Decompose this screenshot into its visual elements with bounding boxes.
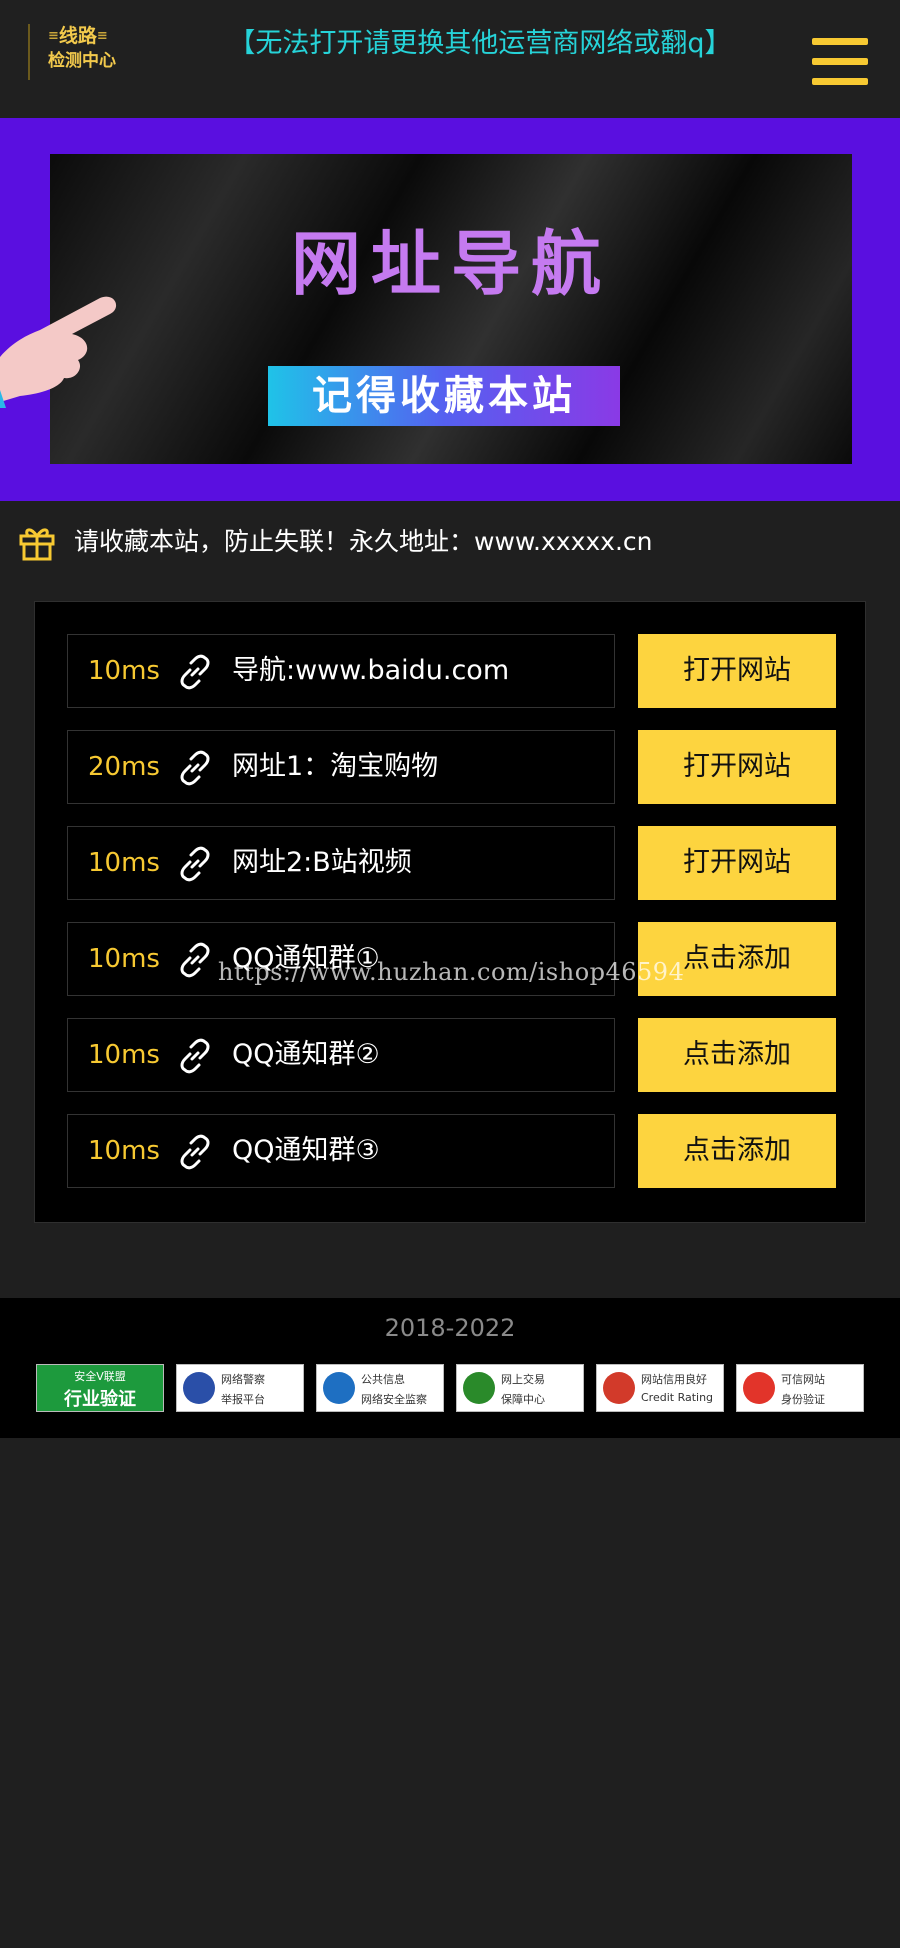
badge-line2: 举报平台 — [221, 1393, 265, 1406]
logo-dash-right: ≡ — [96, 28, 108, 44]
logo-line2: 检测中心 — [48, 50, 116, 71]
pointing-hand-illustration — [0, 296, 117, 408]
badge-line2: 身份验证 — [781, 1393, 825, 1406]
link-row-box[interactable]: 10ms 网址2:B站视频 — [67, 826, 615, 900]
link-icon — [180, 750, 210, 786]
badge-line1: 网上交易 — [501, 1373, 545, 1386]
link-row-box[interactable]: 10ms QQ通知群② — [67, 1018, 615, 1092]
link-icon — [180, 654, 210, 690]
footer: 2018-2022 安全V联盟 行业验证 网络警察 举报平台 公共信息 网络安全监察 网上交… — [0, 1298, 900, 1438]
link-label: QQ通知群② — [232, 1039, 380, 1070]
logo-line1: 线路 — [58, 25, 97, 47]
badge-emblem-icon — [743, 1372, 775, 1404]
link-row: 20ms 网址1：淘宝购物 打开网站 — [67, 730, 867, 804]
badge-emblem-icon — [463, 1372, 495, 1404]
latency-value: 10ms — [88, 1136, 160, 1166]
link-row-box[interactable]: 20ms 网址1：淘宝购物 — [67, 730, 615, 804]
badge-line1: 公共信息 — [361, 1373, 405, 1386]
badge-line1: 可信网站 — [781, 1373, 825, 1386]
badge-emblem-icon — [323, 1372, 355, 1404]
hero-banner: 网址导航 记得收藏本站 — [0, 118, 900, 501]
link-label: 导航:www.baidu.com — [232, 655, 510, 686]
add-group-button[interactable]: 点击添加 — [638, 1114, 836, 1188]
banner-image: 网址导航 记得收藏本站 — [50, 154, 852, 464]
badge-line2: 行业验证 — [64, 1389, 136, 1410]
latency-value: 10ms — [88, 944, 160, 974]
badge-line1: 安全V联盟 — [74, 1370, 126, 1383]
trusted-site-badge[interactable]: 可信网站 身份验证 — [736, 1364, 864, 1412]
open-site-button[interactable]: 打开网站 — [638, 730, 836, 804]
credit-rating-badge[interactable]: 网站信用良好 Credit Rating — [596, 1364, 724, 1412]
link-icon — [180, 942, 210, 978]
gift-icon — [19, 528, 55, 561]
badge-line2: Credit Rating — [641, 1391, 714, 1404]
banner-subtitle: 记得收藏本站 — [268, 366, 620, 426]
logo[interactable]: ≡线路≡ 检测中心 — [28, 24, 138, 80]
watermark: https://www.huzhan.com/ishop46594 — [218, 958, 685, 986]
link-icon — [180, 1134, 210, 1170]
badge-line1: 网络警察 — [221, 1373, 265, 1386]
bookmark-tip: 请收藏本站，防止失联！永久地址：www.xxxxx.cn — [74, 527, 653, 556]
link-icon — [180, 1038, 210, 1074]
link-row: 10ms QQ通知群② 点击添加 — [67, 1018, 867, 1092]
badge-line2: 保障中心 — [501, 1393, 545, 1406]
open-site-button[interactable]: 打开网站 — [638, 826, 836, 900]
link-row-box[interactable]: 10ms QQ通知群③ — [67, 1114, 615, 1188]
latency-value: 20ms — [88, 752, 160, 782]
logo-dash-left: ≡ — [48, 28, 59, 44]
badge-line1: 网站信用良好 — [641, 1373, 707, 1386]
public-info-security-badge[interactable]: 公共信息网络安全监察 — [316, 1364, 444, 1412]
latency-value: 10ms — [88, 1040, 160, 1070]
copyright: 2018-2022 — [384, 1314, 516, 1342]
link-icon — [180, 846, 210, 882]
link-list-panel: 10ms 导航:www.baidu.com 打开网站 20ms 网址1：淘宝购物… — [34, 601, 866, 1223]
top-header: ≡线路≡ 检测中心 【无法打开请更换其他运营商网络或翻q】 — [0, 0, 900, 118]
link-row: 10ms QQ通知群③ 点击添加 — [67, 1114, 867, 1188]
hamburger-menu-icon[interactable] — [812, 38, 868, 86]
network-notice: 【无法打开请更换其他运营商网络或翻q】 — [228, 28, 732, 59]
online-trade-badge[interactable]: 网上交易 保障中心 — [456, 1364, 584, 1412]
industry-verify-badge[interactable]: 安全V联盟行业验证 — [36, 1364, 164, 1412]
badge-line2: 网络安全监察 — [361, 1393, 427, 1406]
badge-emblem-icon — [603, 1372, 635, 1404]
add-group-button[interactable]: 点击添加 — [638, 1018, 836, 1092]
cyber-police-badge[interactable]: 网络警察 举报平台 — [176, 1364, 304, 1412]
latency-value: 10ms — [88, 656, 160, 686]
open-site-button[interactable]: 打开网站 — [638, 634, 836, 708]
link-label: QQ通知群③ — [232, 1135, 380, 1166]
link-label: 网址1：淘宝购物 — [232, 751, 439, 782]
badge-emblem-icon — [183, 1372, 215, 1404]
banner-title: 网址导航 — [291, 222, 611, 305]
latency-value: 10ms — [88, 848, 160, 878]
link-row: 10ms 导航:www.baidu.com 打开网站 — [67, 634, 867, 708]
link-label: 网址2:B站视频 — [232, 847, 412, 878]
link-row-box[interactable]: 10ms 导航:www.baidu.com — [67, 634, 615, 708]
link-row: 10ms 网址2:B站视频 打开网站 — [67, 826, 867, 900]
